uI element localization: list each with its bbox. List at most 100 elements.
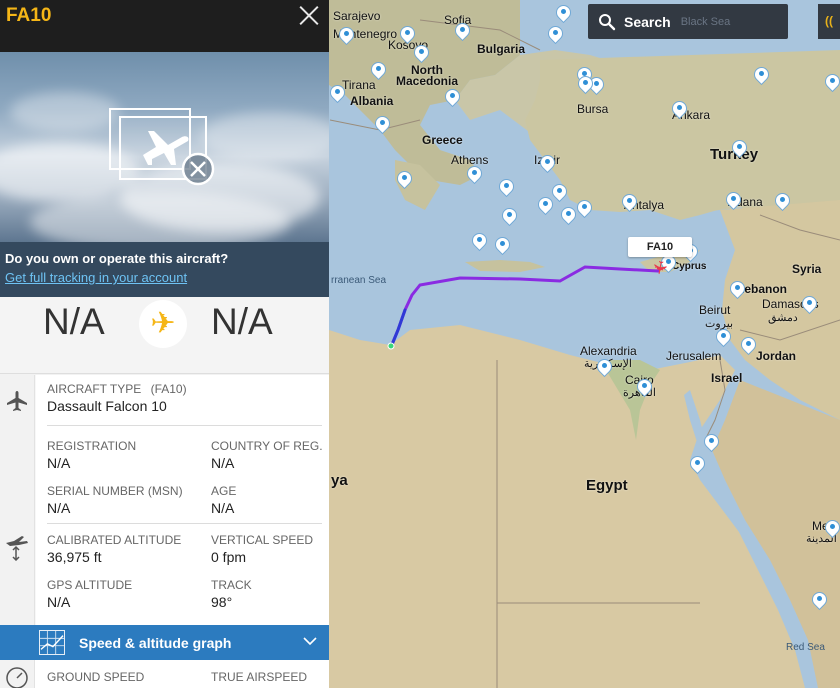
true-airspeed-label: TRUE AIRSPEED	[211, 670, 308, 684]
map-label-jordan: Jordan	[756, 349, 797, 363]
airport-pin[interactable]	[503, 209, 516, 225]
app-root: Sarajevo Montenegro Kosovo Sofia Bulgari…	[0, 0, 840, 688]
aircraft-type-icon	[7, 391, 27, 411]
airport-pin[interactable]	[415, 46, 428, 62]
search-label[interactable]: Search	[624, 14, 671, 30]
graph-label: Speed & altitude graph	[79, 635, 232, 651]
search-input[interactable]	[680, 11, 761, 32]
airport-pin[interactable]	[446, 90, 459, 106]
map-label-beirut-ar: بيروت	[705, 318, 734, 330]
registration-label: REGISTRATION	[47, 439, 137, 453]
airport-pin[interactable]	[826, 521, 839, 537]
close-button[interactable]	[298, 4, 320, 26]
speed-altitude-graph-toggle[interactable]: Speed & altitude graph	[0, 625, 329, 660]
map-label-athens: Athens	[451, 153, 489, 167]
airport-pin[interactable]	[673, 102, 686, 118]
aircraft-type-label: AIRCRAFT TYPE	[47, 382, 142, 396]
map-label-cyprus: Cyprus	[672, 261, 707, 272]
aircraft-type-code: (FA10)	[150, 382, 187, 396]
full-tracking-link[interactable]: Get full tracking in your account	[5, 270, 187, 285]
registration-value: N/A	[47, 455, 71, 471]
map-label-lebanon: Lebanon	[737, 282, 787, 296]
airport-pin[interactable]	[401, 27, 414, 43]
airport-pin[interactable]	[623, 195, 636, 211]
airport-pin[interactable]	[376, 117, 389, 133]
gps-altitude-field: GPS ALTITUDE N/A	[47, 578, 132, 610]
airport-pin[interactable]	[579, 77, 592, 93]
aircraft-panel: FA10 Do you own or operate this aircraft…	[0, 0, 329, 688]
map-label-greece: Greece	[422, 133, 463, 147]
airport-pin[interactable]	[331, 86, 344, 102]
serial-field: SERIAL NUMBER (MSN) N/A	[47, 484, 183, 516]
graph-icon	[39, 630, 65, 655]
airport-pin[interactable]	[541, 156, 554, 172]
airport-pin[interactable]	[473, 234, 486, 250]
country-field: COUNTRY OF REG. N/A	[211, 439, 323, 471]
airport-pin[interactable]	[340, 28, 353, 44]
ownership-question: Do you own or operate this aircraft?	[5, 251, 229, 266]
track-field: TRACK 98°	[211, 578, 252, 610]
map-label-beirut: Beirut	[699, 303, 731, 317]
airport-pin[interactable]	[813, 593, 826, 609]
speed-icon-column	[0, 660, 35, 688]
panel-title: FA10	[6, 5, 52, 26]
airport-pin[interactable]	[468, 167, 481, 183]
calibrated-altitude-value: 36,975 ft	[47, 549, 102, 565]
map-label-libya: ya	[331, 472, 348, 489]
airport-pin[interactable]	[578, 201, 591, 217]
airport-pin[interactable]	[496, 238, 509, 254]
track-value: 98°	[211, 594, 233, 610]
aircraft-type-value: Dassault Falcon 10	[47, 398, 167, 414]
airport-pin[interactable]	[539, 198, 552, 214]
country-label: COUNTRY OF REG.	[211, 439, 323, 453]
chevron-down-icon	[303, 637, 317, 646]
map-label-bulgaria: Bulgaria	[477, 42, 526, 56]
airport-pin[interactable]	[500, 180, 513, 196]
layers-icon[interactable]: ((	[818, 4, 840, 39]
search-icon[interactable]	[598, 13, 616, 31]
age-label: AGE	[211, 484, 237, 498]
airport-pin[interactable]	[717, 330, 730, 346]
map-label-damascus-ar: دمشق	[768, 312, 798, 324]
no-photo-icon	[109, 108, 215, 186]
airport-pin[interactable]	[562, 208, 575, 224]
airport-pin[interactable]	[727, 193, 740, 209]
map-label-alexandria: Alexandria	[580, 344, 637, 358]
map-label-red-sea: Red Sea	[786, 642, 825, 653]
airport-pin[interactable]	[691, 457, 704, 473]
airport-pin[interactable]	[456, 24, 469, 40]
aircraft-map-label[interactable]: FA10	[628, 237, 692, 257]
airport-pin[interactable]	[776, 194, 789, 210]
airport-pin[interactable]	[731, 282, 744, 298]
airport-pin[interactable]	[372, 63, 385, 79]
airport-pin[interactable]	[733, 141, 746, 157]
gps-altitude-label: GPS ALTITUDE	[47, 578, 133, 592]
aircraft-icon[interactable]: ✈	[646, 258, 671, 283]
vertical-speed-value: 0 fpm	[211, 549, 247, 565]
serial-value: N/A	[47, 500, 71, 516]
airport-pin[interactable]	[638, 380, 651, 396]
map-label-sarajevo: Sarajevo	[333, 9, 381, 23]
airport-pin[interactable]	[553, 185, 566, 201]
plane-icon: ✈	[139, 300, 187, 348]
airport-pin[interactable]	[598, 360, 611, 376]
airport-pin[interactable]	[557, 6, 570, 22]
airport-pin[interactable]	[705, 435, 718, 451]
airport-pin[interactable]	[803, 297, 816, 313]
track-label: TRACK	[211, 578, 252, 592]
search-box[interactable]: Search	[588, 4, 788, 39]
details-icon-column	[0, 375, 35, 625]
airport-pin[interactable]	[755, 68, 768, 84]
airport-pin[interactable]	[549, 27, 562, 43]
map-label-albania: Albania	[350, 94, 394, 108]
airport-pin[interactable]	[742, 338, 755, 354]
ownership-promo: Do you own or operate this aircraft? Get…	[0, 242, 329, 297]
altitude-icon	[6, 536, 28, 561]
panel-header: FA10	[0, 0, 329, 52]
airport-pin[interactable]	[398, 172, 411, 188]
airport-pin[interactable]	[826, 75, 839, 91]
map-label-bursa: Bursa	[577, 102, 609, 116]
map-label-mediterranean: rranean Sea	[331, 275, 387, 286]
aircraft-photo[interactable]	[0, 52, 329, 242]
map-label-macedonia: Macedonia	[396, 74, 459, 88]
